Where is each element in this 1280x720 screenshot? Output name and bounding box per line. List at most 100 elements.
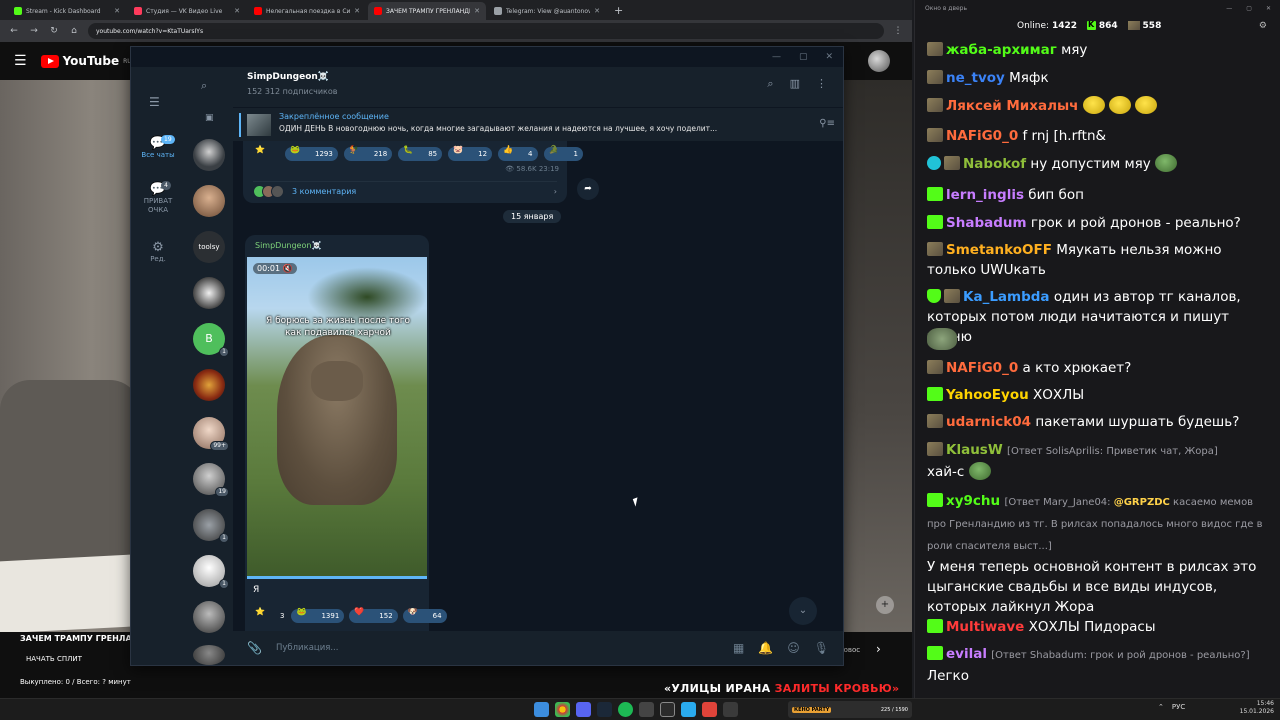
- chat-avatar[interactable]: toolsy: [193, 231, 225, 263]
- game-widget[interactable]: КЕНО PARTY 225 / 1590: [788, 701, 912, 718]
- chat-mention[interactable]: @GRPZDC: [1114, 497, 1170, 508]
- steam-icon[interactable]: [597, 702, 612, 717]
- more-icon[interactable]: ⋮: [816, 77, 827, 91]
- settings-icon[interactable]: ⚙: [1259, 21, 1267, 31]
- minimize-icon[interactable]: —: [772, 52, 781, 62]
- folder-private[interactable]: 💬 ПРИВАТ ОЧКА 4: [131, 181, 185, 215]
- chevron-up-icon[interactable]: ⌃: [1158, 703, 1164, 711]
- chat-avatar[interactable]: 1: [193, 555, 229, 589]
- chat-username[interactable]: YahooEyou: [946, 387, 1029, 403]
- video-progress[interactable]: [247, 576, 427, 579]
- reaction-chip[interactable]: ❤️ 152: [349, 607, 398, 623]
- close-icon[interactable]: ✕: [474, 7, 480, 15]
- chat-avatar[interactable]: [193, 369, 225, 401]
- url-field[interactable]: youtube.com/watch?v=KtaTUarsIYs: [88, 23, 884, 39]
- reaction-chip[interactable]: ⭐ 3: [253, 607, 286, 623]
- schedule-icon[interactable]: ▦: [733, 641, 744, 655]
- chrome-icon[interactable]: [555, 702, 570, 717]
- menu-icon[interactable]: ☰: [14, 53, 27, 69]
- home-icon[interactable]: ⌂: [68, 26, 80, 36]
- emoji-icon[interactable]: ☺: [787, 641, 800, 655]
- reaction-chip[interactable]: 🐓 218: [343, 145, 393, 161]
- chat-username[interactable]: lern_inglis: [946, 187, 1024, 203]
- chat-username[interactable]: NAFiG0_0: [946, 360, 1018, 376]
- chat-avatar[interactable]: [193, 601, 225, 633]
- microphone-icon[interactable]: 🎙: [814, 641, 829, 655]
- forward-button[interactable]: ➦: [577, 178, 599, 200]
- chat-avatar[interactable]: 1: [193, 509, 229, 543]
- tab-vk[interactable]: Студия — VK Видео Live ✕: [128, 2, 246, 20]
- chat-username[interactable]: NAFiG0_0: [946, 128, 1018, 144]
- app-icon[interactable]: [639, 702, 654, 717]
- chat-avatar[interactable]: 19: [193, 463, 229, 497]
- bell-icon[interactable]: 🔔: [758, 641, 773, 655]
- maximize-icon[interactable]: ▢: [1246, 5, 1252, 12]
- chat-username[interactable]: ne_tvoy: [946, 70, 1005, 86]
- folder-edit[interactable]: ⚙ Ред.: [131, 241, 185, 264]
- extensions-icon[interactable]: ⋮: [892, 26, 904, 36]
- language-indicator[interactable]: РУС: [1172, 703, 1185, 711]
- spotify-icon[interactable]: [618, 702, 633, 717]
- tab-telegram[interactable]: Telegram: View @auantonov ✕: [488, 2, 606, 20]
- reaction-chip[interactable]: 🐊 1: [543, 145, 583, 161]
- close-icon[interactable]: ✕: [354, 7, 360, 15]
- pinned-list-icon[interactable]: ⚲≡: [819, 118, 835, 129]
- reaction-chip[interactable]: 🐷 12: [448, 145, 493, 161]
- app-icon[interactable]: [702, 702, 717, 717]
- menu-icon[interactable]: ☰: [149, 95, 160, 109]
- chat-avatar[interactable]: [193, 277, 225, 309]
- close-icon[interactable]: ✕: [234, 7, 240, 15]
- reaction-chip[interactable]: ⭐: [253, 145, 279, 161]
- sidebar-toggle-icon[interactable]: ▥: [790, 77, 800, 91]
- chat-username[interactable]: xy9chu: [946, 493, 1000, 509]
- close-icon[interactable]: ✕: [1266, 5, 1271, 12]
- chat-username[interactable]: жаба-архимаг: [946, 42, 1057, 58]
- chat-username[interactable]: Shabadum: [946, 215, 1027, 231]
- video-message[interactable]: 00:01 🔇 Я борюсь за жизнь после того как…: [247, 257, 427, 579]
- chat-avatar[interactable]: B1: [193, 323, 229, 357]
- archive-icon[interactable]: ▣: [205, 113, 214, 123]
- app-icon[interactable]: [723, 702, 738, 717]
- scroll-down-button[interactable]: ⌄: [789, 597, 817, 625]
- forward-icon[interactable]: →: [28, 26, 40, 36]
- reaction-chip[interactable]: 🐸 1293: [285, 145, 338, 161]
- add-icon[interactable]: +: [876, 596, 894, 614]
- new-tab-button[interactable]: +: [608, 2, 629, 20]
- windows-start-icon[interactable]: [534, 702, 549, 717]
- mute-icon[interactable]: 🔇: [283, 264, 293, 273]
- close-icon[interactable]: ✕: [594, 7, 600, 15]
- reaction-chip[interactable]: 🐛 85: [398, 145, 443, 161]
- chat-avatar[interactable]: [193, 645, 225, 665]
- close-icon[interactable]: ✕: [114, 7, 120, 15]
- folder-all-chats[interactable]: 💬 Все чаты 19: [131, 135, 185, 160]
- minimize-icon[interactable]: —: [1226, 5, 1232, 12]
- close-icon[interactable]: ✕: [825, 52, 833, 62]
- chevron-right-icon[interactable]: ›: [876, 642, 881, 656]
- avatar[interactable]: [868, 50, 890, 72]
- chat-avatar[interactable]: 99+: [193, 417, 229, 451]
- attach-icon[interactable]: 📎: [247, 641, 262, 655]
- chat-username[interactable]: udarnick04: [946, 414, 1031, 430]
- reload-icon[interactable]: ↻: [48, 26, 60, 36]
- tab-youtube-active[interactable]: ЗАЧЕМ ТРАМПУ ГРЕНЛАНДИЯ ✕: [368, 2, 486, 20]
- search-icon[interactable]: ⌕: [767, 77, 773, 91]
- start-split-button[interactable]: НАЧАТЬ СПЛИТ: [20, 652, 88, 666]
- chat-username[interactable]: Ka_Lambda: [963, 289, 1050, 305]
- chat-avatar[interactable]: [193, 139, 225, 171]
- chat-avatar[interactable]: [193, 185, 225, 217]
- comments-link[interactable]: 3 комментария ›: [253, 181, 557, 198]
- taskbar-clock[interactable]: 15:46 15.01.2026: [1226, 700, 1274, 716]
- tab-youtube-1[interactable]: Нелегальная поездка в Сирию✕: [248, 2, 366, 20]
- chat-username[interactable]: evilal: [946, 646, 987, 662]
- chat-username[interactable]: Multiwave: [946, 619, 1024, 635]
- youtube-logo[interactable]: YouTube RU: [40, 54, 132, 68]
- message-input[interactable]: Публикация...: [276, 643, 719, 653]
- obs-icon[interactable]: [660, 702, 675, 717]
- discord-icon[interactable]: [576, 702, 591, 717]
- tab-kick[interactable]: Stream - Kick Dashboard ✕: [8, 2, 126, 20]
- reaction-chip[interactable]: 👍 4: [498, 145, 538, 161]
- back-icon[interactable]: ←: [8, 26, 20, 36]
- search-icon[interactable]: ⌕: [201, 79, 207, 93]
- maximize-icon[interactable]: ▢: [799, 52, 808, 62]
- chat-header[interactable]: SimpDungeon☠️ 152 312 подписчиков ⌕ ▥ ⋮: [233, 67, 843, 107]
